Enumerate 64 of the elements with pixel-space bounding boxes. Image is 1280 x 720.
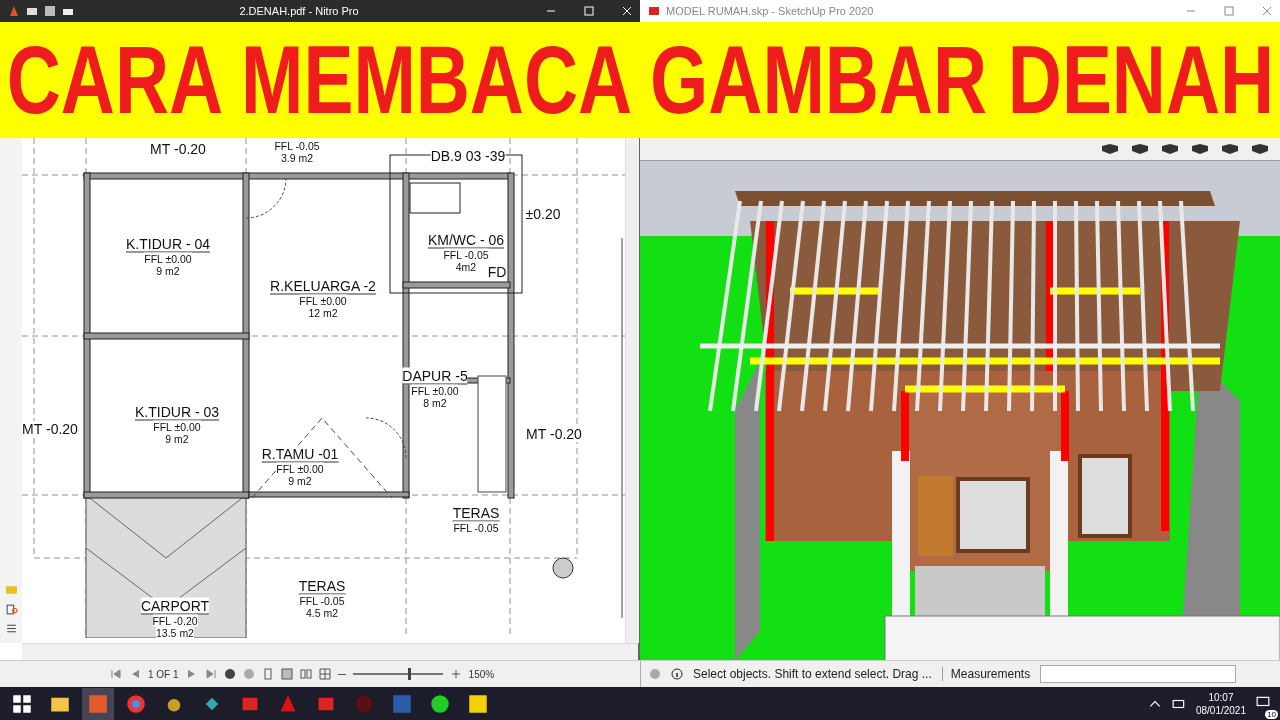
view-icon[interactable]	[1190, 142, 1210, 155]
room-area: 13.5 m2	[156, 626, 194, 639]
view-icon[interactable]	[1250, 142, 1270, 155]
view-icon[interactable]	[1220, 142, 1240, 155]
elevation-mark: DB.9 03 -39	[430, 148, 506, 164]
view-icon[interactable]	[1100, 142, 1120, 155]
floor-level: FFL ±0.00	[299, 294, 347, 307]
attachment-icon[interactable]	[4, 603, 18, 616]
notification-badge: 10	[1265, 709, 1278, 719]
clock-date: 08/01/2021	[1195, 703, 1246, 717]
zoom-in-icon[interactable]	[449, 668, 462, 680]
slider-thumb[interactable]	[408, 668, 412, 680]
room-area: 9 m2	[165, 432, 189, 445]
floor-level: FFL -0.05	[443, 248, 489, 261]
banner-title: CARA MEMBACA GAMBAR DENAH	[6, 32, 1274, 128]
floor-level: FFL -0.05	[299, 594, 345, 607]
room-area: 8 m2	[423, 396, 447, 409]
vertical-scrollbar[interactable]	[625, 138, 639, 643]
status-hint: Select objects. Shift to extend select. Drag ...	[693, 667, 932, 681]
room-area: 4.5 m2	[305, 606, 339, 619]
two-page-icon[interactable]	[299, 668, 312, 680]
elevation-mark: FD	[487, 264, 507, 280]
window-title: 2.DENAH.pdf - Nitro Pro	[238, 5, 360, 17]
elevation-mark: MT -0.20	[150, 141, 206, 157]
window-title: MODEL RUMAH.skp - SketchUp Pro 2020	[666, 5, 875, 17]
page-indicator: 1 OF 1	[148, 668, 179, 680]
room-area: 3.9 m2	[280, 152, 314, 164]
elevation-mark: MT -0.20	[22, 421, 78, 437]
first-page-icon[interactable]	[110, 668, 122, 680]
app-icon[interactable]	[648, 5, 660, 17]
view-icon[interactable]	[1130, 142, 1150, 155]
clock-time: 10:07	[1208, 690, 1234, 704]
zoom-level: 150%	[468, 668, 495, 680]
horizontal-scrollbar[interactable]	[22, 643, 638, 660]
measurements-field[interactable]	[1040, 665, 1237, 683]
floor-level: FFL ±0.00	[276, 462, 324, 475]
clock[interactable]: 10:07 08/01/2021	[1195, 690, 1246, 717]
windows-start-icon[interactable]	[12, 693, 32, 714]
room-area: 4m2	[455, 260, 477, 273]
info-icon[interactable]	[671, 668, 683, 680]
floor-level: FFL -0.05	[274, 140, 320, 152]
room-label: R.TAMU -01	[261, 445, 339, 463]
floor-level: FFL -0.05	[453, 521, 499, 534]
room-area: 9 m2	[156, 264, 180, 277]
measurements-label: Measurements	[941, 667, 1031, 681]
browser-icon[interactable]	[126, 693, 146, 714]
continuous-page-icon[interactable]	[280, 668, 293, 680]
grid-icon[interactable]	[318, 668, 331, 680]
list-icon[interactable]	[4, 622, 18, 635]
room-label: DAPUR -5	[402, 367, 468, 385]
room-label: KM/WC - 06	[427, 231, 505, 249]
floor-level: FFL -0.20	[152, 614, 198, 627]
last-page-icon[interactable]	[204, 668, 217, 680]
single-page-icon[interactable]	[261, 668, 274, 680]
view-icon[interactable]	[1160, 142, 1180, 155]
app-icon[interactable]	[8, 5, 20, 17]
floor-level: FFL ±0.00	[411, 384, 459, 397]
floor-level: FFL ±0.00	[153, 420, 201, 433]
elevation-mark: MT -0.20	[526, 426, 582, 442]
room-area: 12 m2	[308, 306, 338, 319]
floor-level: FFL ±0.00	[144, 252, 192, 265]
room-area: 9 m2	[288, 474, 312, 487]
elevation-mark: ±0.20	[525, 206, 561, 222]
room-label: CARPORT	[140, 597, 210, 615]
